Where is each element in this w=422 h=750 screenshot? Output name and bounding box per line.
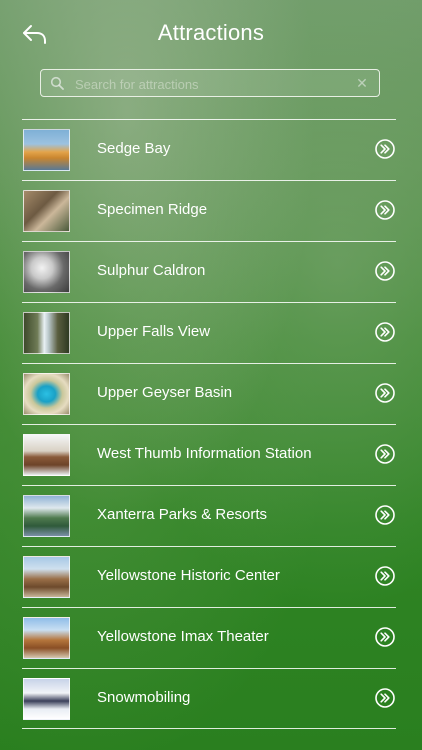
list-item-label: Upper Geyser Basin bbox=[97, 384, 233, 401]
thumbnail-image bbox=[23, 129, 70, 171]
double-chevron-right-icon[interactable] bbox=[375, 139, 395, 159]
list-item[interactable]: Yellowstone Imax Theater bbox=[22, 607, 396, 668]
double-chevron-right-icon[interactable] bbox=[375, 566, 395, 586]
double-chevron-right-icon[interactable] bbox=[375, 200, 395, 220]
list-item-label: Sulphur Caldron bbox=[97, 262, 206, 279]
list-item[interactable]: Yellowstone Historic Center bbox=[22, 546, 396, 607]
list-item-label: Yellowstone Imax Theater bbox=[97, 628, 269, 645]
double-chevron-right-icon[interactable] bbox=[375, 383, 395, 403]
thumbnail-image bbox=[23, 312, 70, 354]
attractions-screen: Attractions ✕ Sedge Bay Specimen Ridge bbox=[0, 0, 422, 750]
list-item-label: Xanterra Parks & Resorts bbox=[97, 506, 268, 523]
list-item[interactable]: Upper Falls View bbox=[22, 302, 396, 363]
thumbnail-image bbox=[23, 251, 70, 293]
double-chevron-right-icon[interactable] bbox=[375, 444, 395, 464]
list-item[interactable]: Specimen Ridge bbox=[22, 180, 396, 241]
list-item-label: Yellowstone Historic Center bbox=[97, 567, 280, 584]
list-item-label: Upper Falls View bbox=[97, 323, 211, 340]
nav-bar: Attractions bbox=[0, 0, 422, 68]
list-item[interactable]: Upper Geyser Basin bbox=[22, 363, 396, 424]
search-icon bbox=[50, 76, 64, 90]
double-chevron-right-icon[interactable] bbox=[375, 322, 395, 342]
thumbnail-image bbox=[23, 190, 70, 232]
thumbnail-image bbox=[23, 617, 70, 659]
clear-icon[interactable]: ✕ bbox=[355, 74, 369, 92]
attractions-list: Sedge Bay Specimen Ridge Sulphur Caldron bbox=[0, 119, 422, 729]
thumbnail-image bbox=[23, 373, 70, 415]
thumbnail-image bbox=[23, 678, 70, 720]
list-item-label: Sedge Bay bbox=[97, 140, 171, 157]
search-input[interactable] bbox=[73, 72, 347, 96]
double-chevron-right-icon[interactable] bbox=[375, 261, 395, 281]
list-item-label: Specimen Ridge bbox=[97, 201, 208, 218]
thumbnail-image bbox=[23, 434, 70, 476]
list-item[interactable]: Xanterra Parks & Resorts bbox=[22, 485, 396, 546]
double-chevron-right-icon[interactable] bbox=[375, 505, 395, 525]
list-item[interactable]: Sedge Bay bbox=[22, 119, 396, 180]
double-chevron-right-icon[interactable] bbox=[375, 627, 395, 647]
search-bar: ✕ bbox=[40, 69, 380, 97]
list-item[interactable]: Snowmobiling bbox=[22, 668, 396, 729]
list-item-label: West Thumb Information Station bbox=[97, 445, 312, 462]
list-item-label: Snowmobiling bbox=[97, 689, 191, 706]
thumbnail-image bbox=[23, 556, 70, 598]
list-item[interactable]: Sulphur Caldron bbox=[22, 241, 396, 302]
double-chevron-right-icon[interactable] bbox=[375, 688, 395, 708]
list-item[interactable]: West Thumb Information Station bbox=[22, 424, 396, 485]
page-title: Attractions bbox=[157, 20, 265, 45]
thumbnail-image bbox=[23, 495, 70, 537]
